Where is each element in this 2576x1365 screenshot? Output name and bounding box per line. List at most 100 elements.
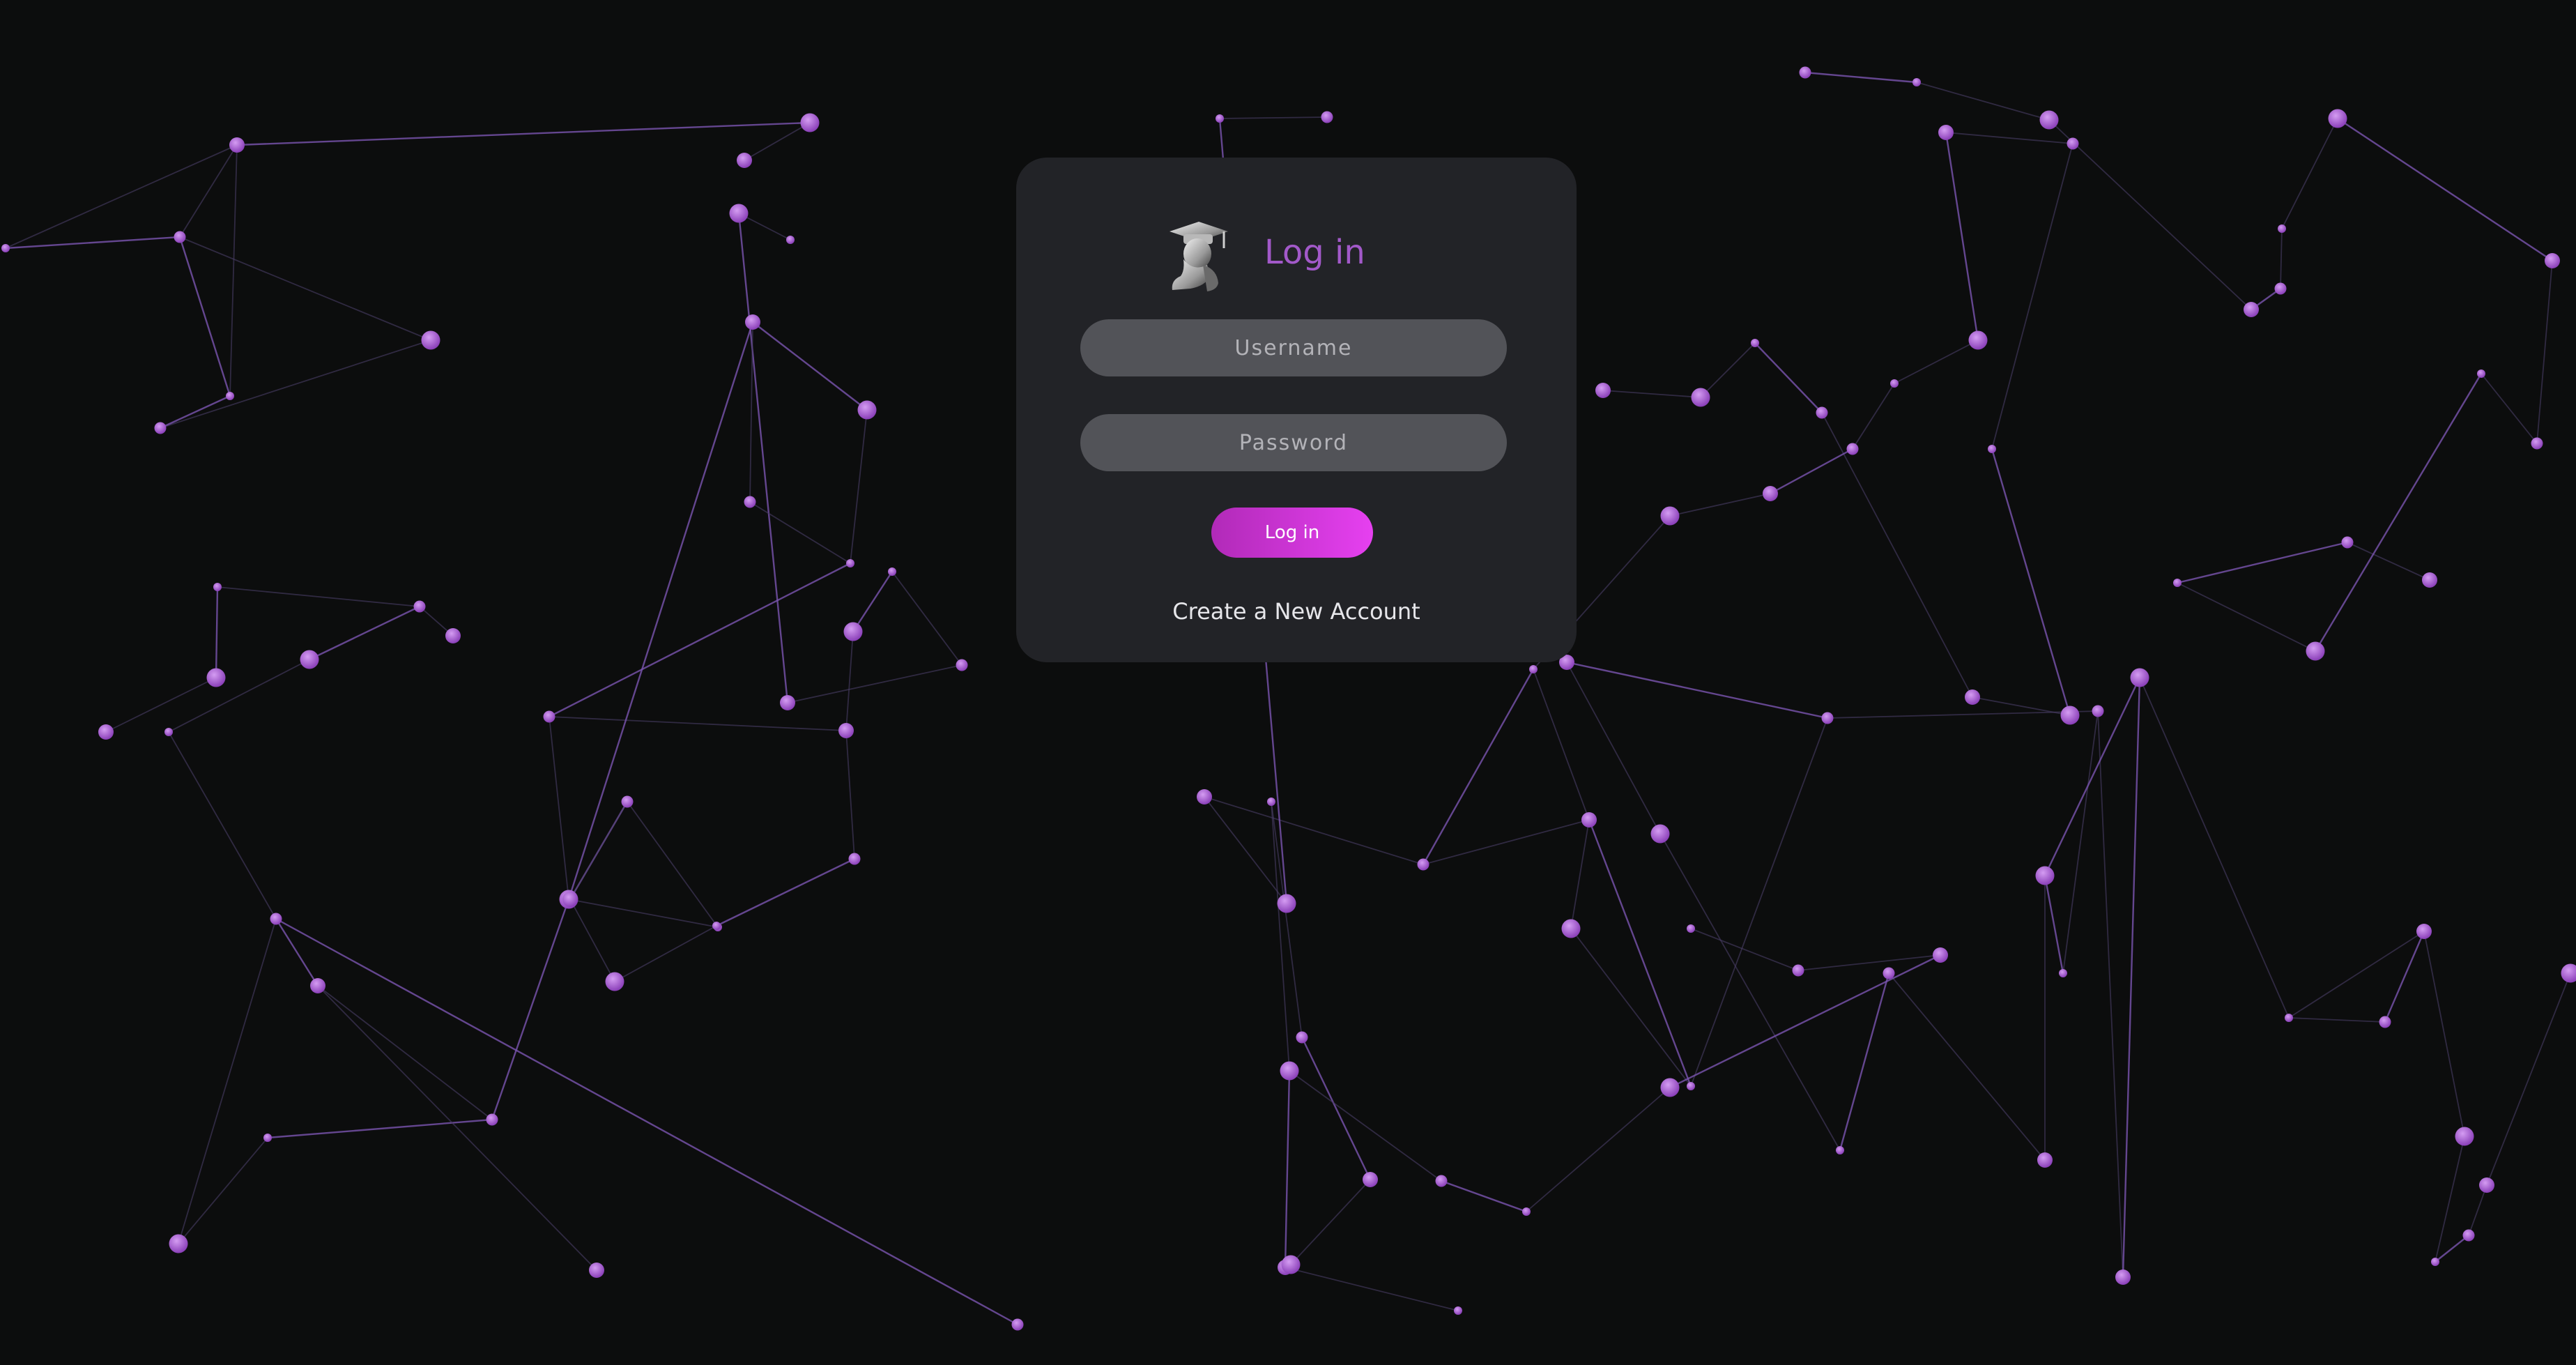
network-edge: [179, 236, 431, 341]
password-input[interactable]: [1080, 414, 1507, 471]
network-node: [1280, 1061, 1299, 1081]
network-node: [1660, 1078, 1680, 1097]
network-edge: [160, 395, 231, 429]
network-edge: [1690, 928, 1799, 971]
network-node: [164, 728, 173, 736]
network-node: [2479, 1177, 2494, 1193]
network-node: [421, 330, 440, 350]
network-node: [1988, 445, 1996, 453]
network-node: [621, 795, 634, 808]
network-node: [486, 1113, 498, 1126]
network-node: [2416, 924, 2432, 939]
login-button[interactable]: Log in: [1211, 508, 1373, 558]
network-edge: [1690, 717, 1828, 1087]
network-node: [2067, 137, 2079, 150]
network-edge: [105, 677, 217, 733]
network-edge: [2062, 710, 2099, 974]
network-edge: [787, 664, 963, 703]
network-node: [1, 244, 10, 252]
network-edge: [2347, 542, 2430, 581]
network-node: [2130, 668, 2149, 687]
network-node: [838, 723, 854, 738]
username-input[interactable]: [1080, 319, 1507, 376]
network-edge: [852, 571, 894, 632]
network-node: [1687, 1082, 1695, 1090]
network-node: [1816, 406, 1828, 419]
network-edge: [2423, 931, 2465, 1137]
network-node: [1281, 1255, 1301, 1274]
network-node: [1522, 1207, 1531, 1216]
network-edge: [891, 571, 963, 666]
create-account-link[interactable]: Create a New Account: [1016, 598, 1577, 625]
network-node: [2274, 282, 2287, 295]
network-node: [1763, 486, 1778, 501]
network-edge: [1423, 819, 1590, 865]
network-edge: [2536, 260, 2553, 444]
network-edge: [1204, 796, 1424, 865]
network-node: [174, 231, 186, 243]
network-node: [2278, 224, 2286, 233]
network-node: [1846, 443, 1859, 455]
network-edge: [749, 321, 753, 503]
network-edge: [1570, 928, 1692, 1087]
network-edge: [1285, 1267, 1459, 1311]
network-edge: [2337, 117, 2553, 262]
network-node: [2545, 253, 2560, 268]
network-edge: [1945, 132, 1979, 341]
network-node: [2455, 1127, 2474, 1146]
network-node: [1216, 114, 1224, 123]
network-node: [857, 400, 877, 420]
network-node: [543, 710, 555, 723]
network-node: [2244, 302, 2259, 317]
network-edge: [168, 731, 277, 920]
network-node: [562, 892, 578, 907]
network-edge: [2097, 710, 2124, 1278]
network-edge: [309, 605, 420, 661]
network-edge: [2314, 373, 2483, 652]
network-edge: [178, 1137, 268, 1244]
network-edge: [2139, 677, 2290, 1019]
network-node: [2037, 1152, 2053, 1168]
network-node: [154, 422, 167, 434]
network-edge: [2122, 677, 2141, 1278]
network-edge: [1991, 143, 2073, 450]
network-edge: [737, 213, 789, 703]
network-node: [1933, 947, 1948, 963]
network-edge: [614, 925, 717, 982]
network-edge: [1916, 82, 2050, 121]
network-node: [1821, 712, 1834, 724]
network-node: [1965, 689, 1980, 705]
network-node: [605, 972, 624, 991]
graduate-bust-icon: [1170, 222, 1228, 291]
network-node: [229, 137, 245, 153]
page-title: Log in: [1264, 233, 1365, 272]
network-node: [780, 695, 795, 710]
network-node: [1363, 1172, 1378, 1187]
network-edge: [1991, 448, 2071, 716]
network-node: [1435, 1175, 1448, 1187]
network-edge: [549, 716, 569, 900]
login-card: Log in Log in Create a New Account: [1016, 158, 1577, 662]
network-node: [1836, 1146, 1844, 1154]
network-edge: [2044, 875, 2064, 974]
network-node: [2092, 705, 2104, 717]
network-edge: [491, 899, 570, 1120]
network-node: [1561, 919, 1581, 938]
network-edge: [1602, 390, 1701, 398]
network-node: [1011, 1318, 1024, 1331]
network-edge: [1570, 819, 1590, 929]
network-edge: [845, 631, 854, 731]
network-node: [2035, 866, 2055, 885]
network-node: [2422, 572, 2437, 588]
network-node: [1321, 111, 1333, 123]
network-node: [2531, 437, 2543, 450]
network-edge: [1821, 412, 1973, 698]
network-node: [737, 153, 752, 168]
network-node: [1650, 824, 1670, 844]
network-node: [1792, 964, 1804, 977]
network-node: [1581, 812, 1597, 828]
network-node: [1912, 78, 1921, 86]
network-node: [1267, 798, 1275, 806]
network-node: [2462, 1229, 2475, 1242]
network-node: [1595, 383, 1611, 398]
